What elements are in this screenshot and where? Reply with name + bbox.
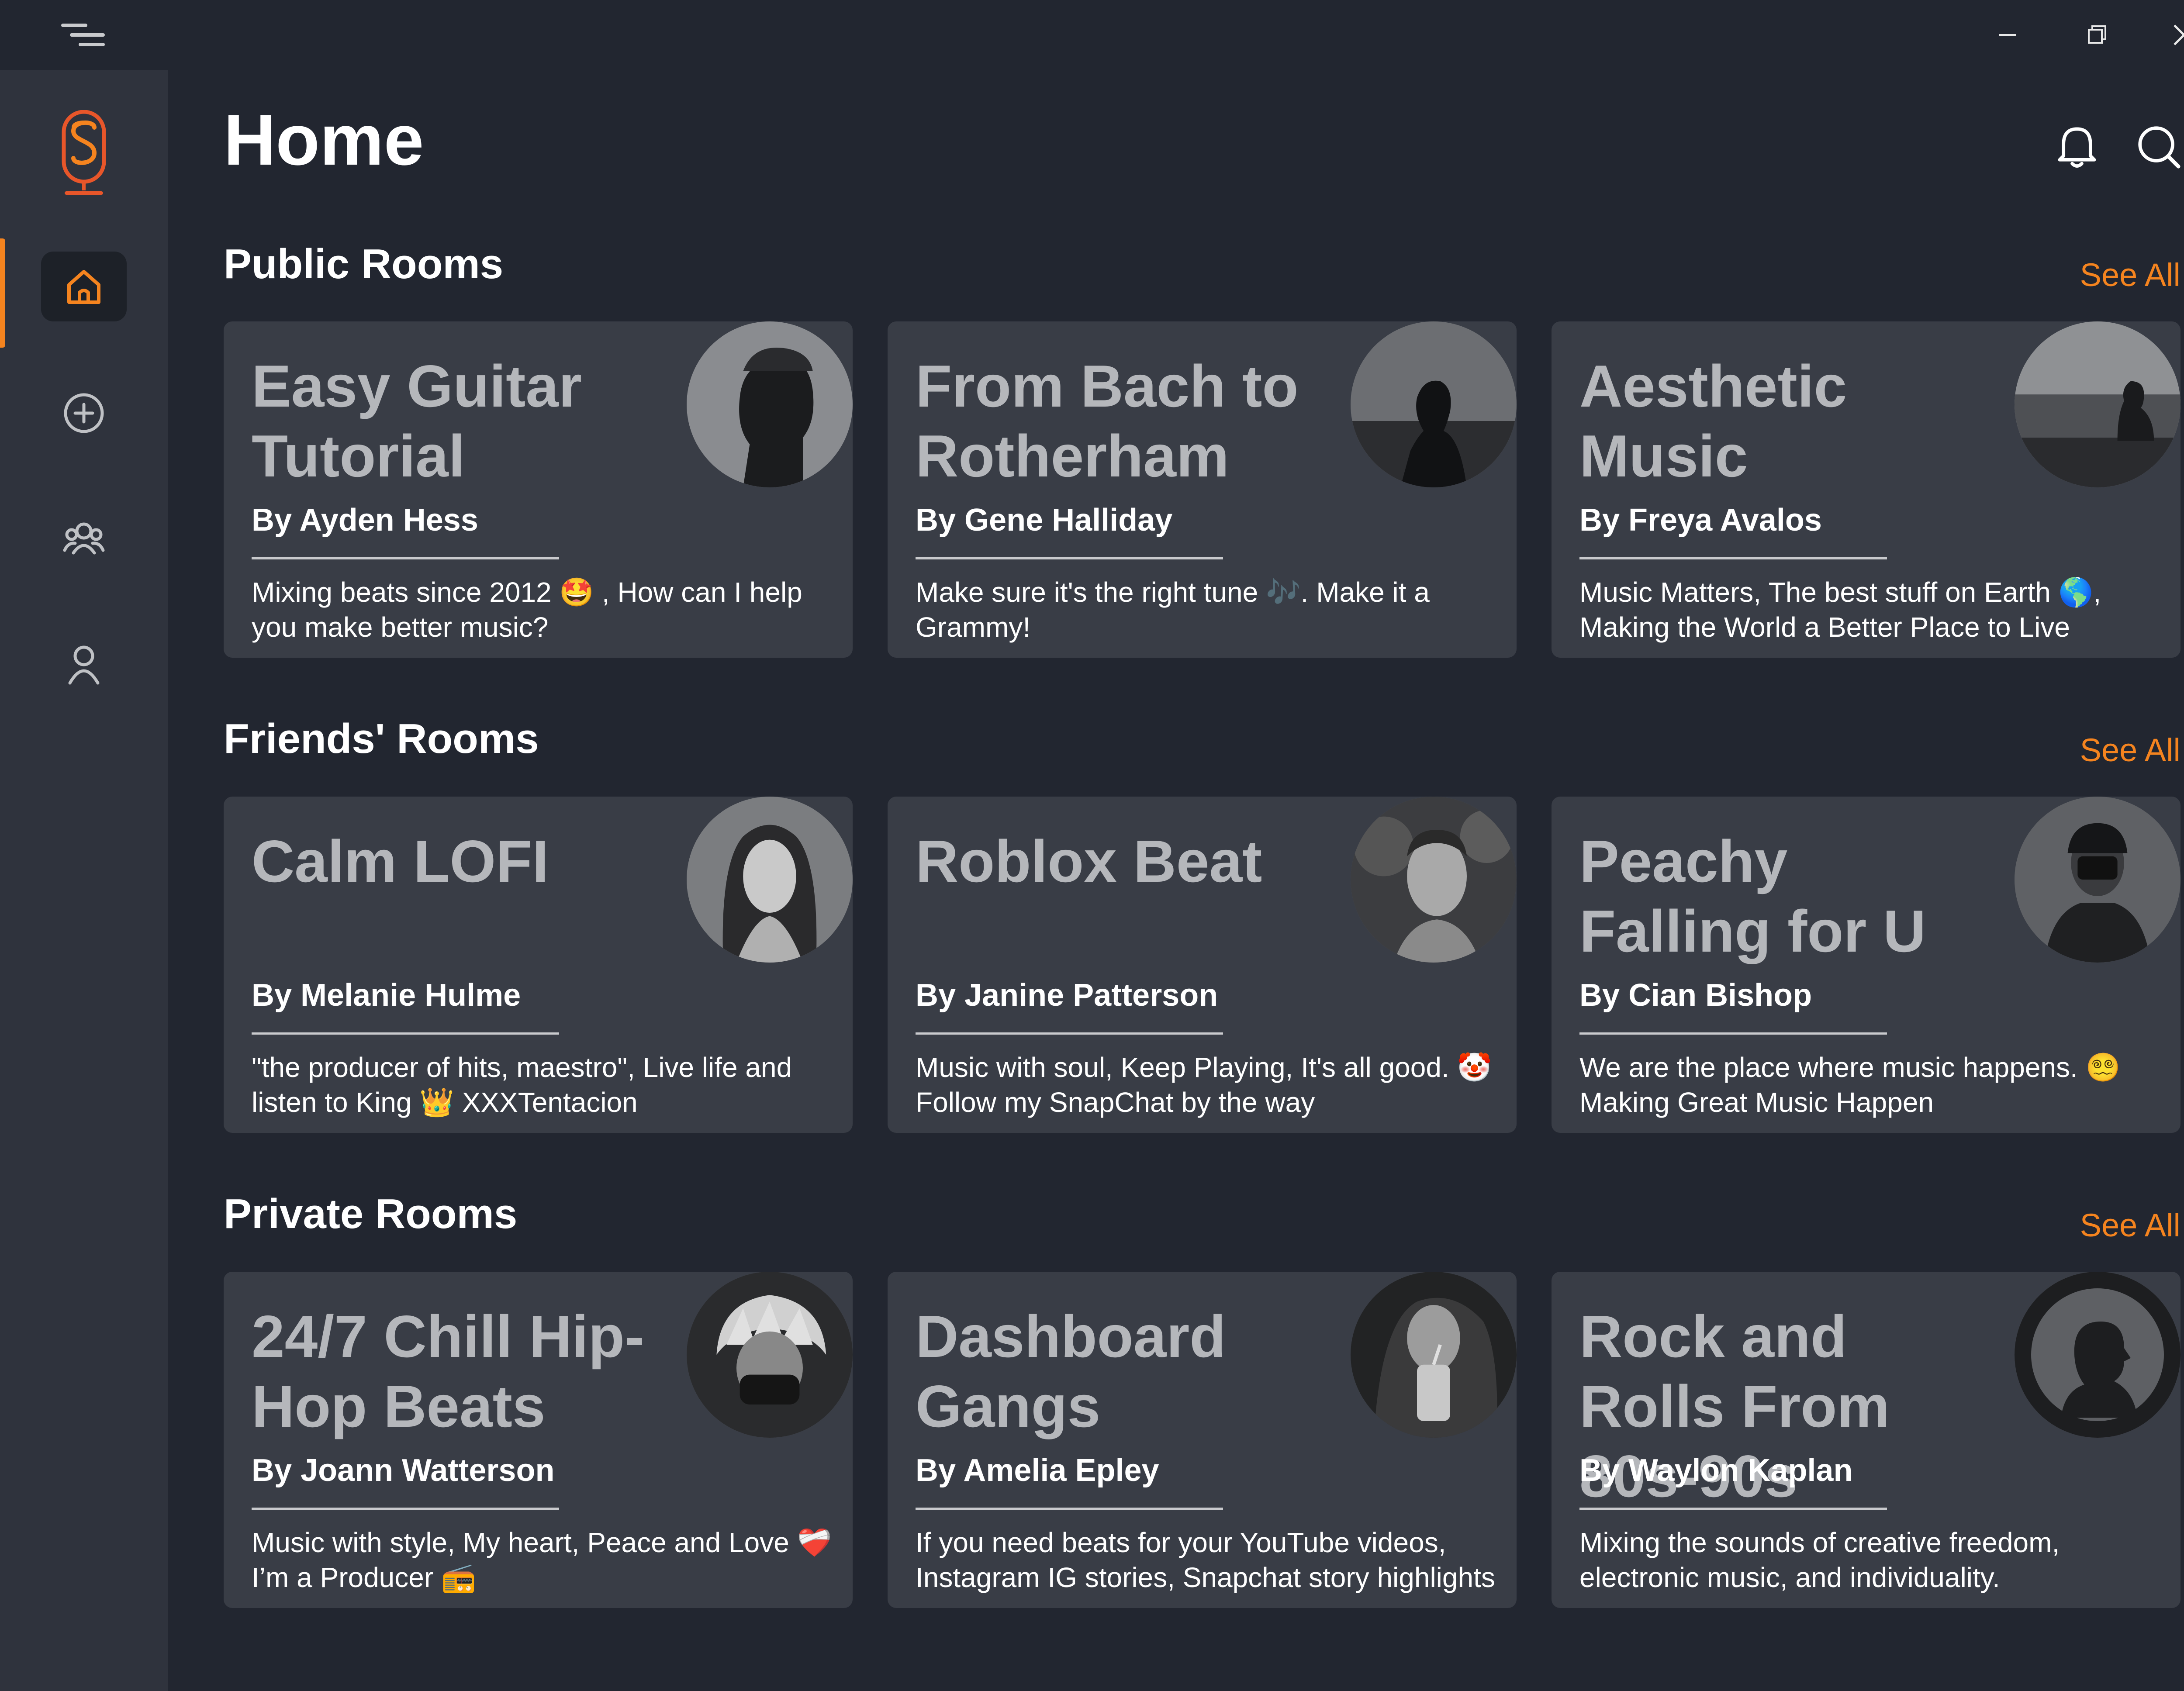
room-author: By Joann Watterson <box>252 1453 555 1488</box>
room-card[interactable]: Aesthetic Music By Freya Avalos Music Ma… <box>1552 321 2181 658</box>
divider <box>1579 1508 1887 1510</box>
room-description: Make sure it's the right tune 🎶. Make it… <box>916 576 1430 643</box>
room-title: Peachy Falling for U <box>1579 828 1926 964</box>
divider <box>916 1032 1223 1035</box>
close-icon[interactable] <box>2167 17 2184 52</box>
sidebar <box>0 70 168 1691</box>
room-description: "the producer of hits, maestro", Live li… <box>252 1052 792 1118</box>
room-description: Music with soul, Keep Playing, It's all … <box>916 1052 1492 1118</box>
avatar <box>1351 797 1517 963</box>
room-author: By Ayden Hess <box>252 503 478 538</box>
see-all-friends-rooms-link[interactable]: See All <box>2080 728 2181 772</box>
room-title: 24/7 Chill Hip-Hop Beats <box>252 1303 645 1439</box>
room-author: By Waylon Kaplan <box>1579 1453 1853 1488</box>
section-title-friends-rooms: Friends' Rooms <box>224 715 539 762</box>
avatar <box>2015 321 2181 487</box>
avatar <box>687 321 853 487</box>
divider <box>252 557 559 559</box>
room-title: Dashboard Gangs <box>916 1303 1226 1439</box>
bell-icon[interactable] <box>2053 122 2101 170</box>
avatar <box>687 797 853 963</box>
avatar <box>1351 1272 1517 1438</box>
divider <box>252 1032 559 1035</box>
room-title: Roblox Beat <box>916 828 1262 894</box>
sidebar-item-profile[interactable] <box>41 630 127 700</box>
room-author: By Freya Avalos <box>1579 503 1822 538</box>
room-title: Easy Guitar Tutorial <box>252 353 582 489</box>
room-card[interactable]: Roblox Beat By Janine Patterson Music wi… <box>888 797 1517 1133</box>
divider <box>252 1508 559 1510</box>
room-author: By Melanie Hulme <box>252 978 521 1013</box>
room-author: By Janine Patterson <box>916 978 1218 1013</box>
room-card[interactable]: 24/7 Chill Hip-Hop Beats By Joann Watter… <box>224 1272 853 1608</box>
divider <box>916 557 1223 559</box>
room-card[interactable]: Easy Guitar Tutorial By Ayden Hess Mixin… <box>224 321 853 658</box>
title-bar <box>0 0 2184 70</box>
room-card[interactable]: Rock and Rolls From 80s-90s By Waylon Ka… <box>1552 1272 2181 1608</box>
app-logo-icon <box>62 110 106 195</box>
avatar <box>687 1272 853 1438</box>
restore-icon[interactable] <box>2079 17 2114 52</box>
room-description: We are the place where music happens. 😵‍… <box>1579 1052 2121 1118</box>
sidebar-item-friends[interactable] <box>41 502 127 572</box>
sidebar-item-home[interactable] <box>41 252 127 321</box>
see-all-public-rooms-link[interactable]: See All <box>2080 253 2181 297</box>
add-circle-icon <box>64 393 104 433</box>
room-card[interactable]: Peachy Falling for U By Cian Bishop We a… <box>1552 797 2181 1133</box>
room-author: By Cian Bishop <box>1579 978 1812 1013</box>
see-all-private-rooms-link[interactable]: See All <box>2080 1204 2181 1247</box>
room-description: If you need beats for your YouTube video… <box>916 1527 1495 1593</box>
room-author: By Amelia Epley <box>916 1453 1159 1488</box>
room-description: Mixing beats since 2012 🤩 , How can I he… <box>252 576 802 643</box>
room-card[interactable]: From Bach to Rotherham By Gene Halliday … <box>888 321 1517 658</box>
room-card[interactable]: Calm LOFI By Melanie Hulme "the producer… <box>224 797 853 1133</box>
divider <box>1579 1032 1887 1035</box>
home-icon <box>67 270 100 304</box>
page-title: Home <box>224 100 424 180</box>
room-description: Music Matters, The best stuff on Earth 🌎… <box>1579 576 2101 643</box>
room-title: Aesthetic Music <box>1579 353 1847 489</box>
minimize-icon[interactable] <box>1990 17 2025 52</box>
sidebar-item-create[interactable] <box>41 378 127 448</box>
active-nav-indicator <box>0 238 5 348</box>
room-title: Calm LOFI <box>252 828 549 894</box>
room-description: Mixing the sounds of creative freedom, e… <box>1579 1527 2060 1593</box>
avatar <box>2015 797 2181 963</box>
section-title-private-rooms: Private Rooms <box>224 1191 518 1237</box>
avatar <box>1351 321 1517 487</box>
room-author: By Gene Halliday <box>916 503 1173 538</box>
search-icon[interactable] <box>2134 122 2182 170</box>
group-icon <box>63 522 105 555</box>
room-card[interactable]: Dashboard Gangs By Amelia Epley If you n… <box>888 1272 1517 1608</box>
user-icon <box>68 645 100 685</box>
room-title: From Bach to Rotherham <box>916 353 1299 489</box>
divider <box>1579 557 1887 559</box>
avatar <box>2015 1272 2181 1438</box>
divider <box>916 1508 1223 1510</box>
hamburger-icon[interactable] <box>61 22 105 48</box>
section-title-public-rooms: Public Rooms <box>224 241 504 287</box>
room-description: Music with style, My heart, Peace and Lo… <box>252 1527 832 1593</box>
